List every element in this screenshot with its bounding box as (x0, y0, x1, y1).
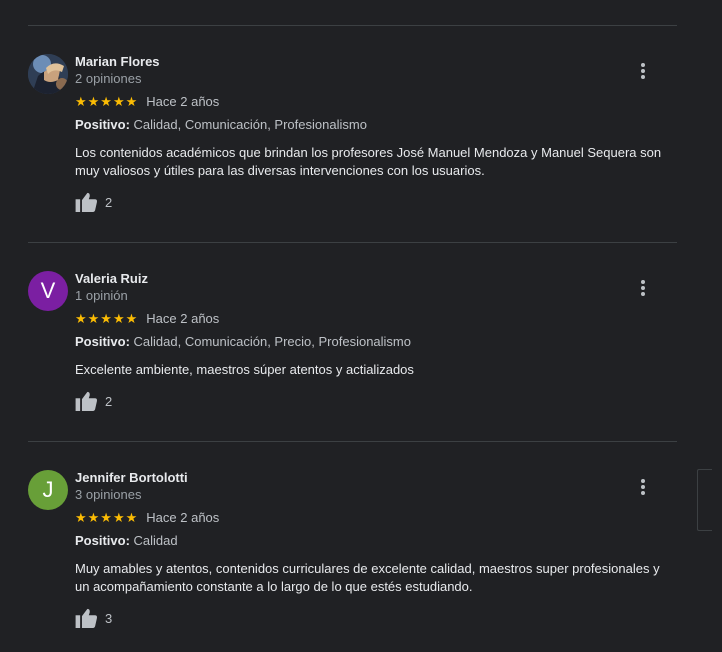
avatar-letter: V (40, 278, 56, 303)
positive-items: Calidad, Comunicación, Precio, Profesion… (133, 334, 411, 349)
review-card: V Valeria Ruiz 1 opinión ★★★★★ Hace 2 añ… (28, 271, 677, 421)
positive-items: Calidad (133, 533, 178, 548)
star-rating-icon: ★★★★★ (75, 510, 139, 525)
review-count: 1 opinión (75, 288, 128, 303)
thumb-up-icon (75, 192, 98, 212)
more-vert-icon[interactable] (639, 280, 647, 296)
divider (28, 242, 677, 243)
positive-label: Positivo: (75, 117, 130, 132)
review-body: Marian Flores 2 opiniones ★★★★★ Hace 2 a… (75, 54, 675, 213)
review-body: Valeria Ruiz 1 opinión ★★★★★ Hace 2 años… (75, 271, 675, 412)
thumb-up-icon (75, 608, 98, 628)
review-time: Hace 2 años (146, 311, 220, 326)
star-rating-icon: ★★★★★ (75, 311, 139, 326)
more-vert-icon[interactable] (639, 479, 647, 495)
review-count: 3 opiniones (75, 487, 142, 502)
rating-row: ★★★★★ Hace 2 años (75, 93, 675, 110)
like-button[interactable]: 3 (75, 607, 675, 629)
reviewer-name[interactable]: Valeria Ruiz (75, 270, 675, 287)
positive-label: Positivo: (75, 533, 130, 548)
like-count: 2 (105, 194, 113, 210)
avatar[interactable] (28, 54, 68, 94)
review-text: Excelente ambiente, maestros súper atent… (75, 362, 414, 377)
like-count: 3 (105, 610, 113, 626)
reviewer-name[interactable]: Jennifer Bortolotti (75, 469, 675, 486)
avatar-letter: J (42, 477, 54, 502)
divider (28, 25, 677, 26)
scrollbar[interactable] (697, 469, 712, 531)
positive-attributes: Positivo: Calidad (75, 532, 675, 549)
avatar[interactable]: V (28, 271, 68, 311)
more-vert-icon[interactable] (639, 63, 647, 79)
review-count: 2 opiniones (75, 71, 142, 86)
thumb-up-icon (75, 391, 98, 411)
review-text: Los contenidos académicos que brindan lo… (75, 145, 662, 178)
avatar-photo-icon (28, 54, 68, 94)
review-text: Muy amables y atentos, contenidos curric… (75, 561, 660, 594)
review-time: Hace 2 años (146, 94, 220, 109)
positive-items: Calidad, Comunicación, Profesionalismo (133, 117, 367, 132)
review-body: Jennifer Bortolotti 3 opiniones ★★★★★ Ha… (75, 470, 675, 629)
reviewer-name[interactable]: Marian Flores (75, 53, 675, 70)
like-button[interactable]: 2 (75, 191, 675, 213)
star-rating-icon: ★★★★★ (75, 94, 139, 109)
divider (28, 441, 677, 442)
like-count: 2 (105, 393, 113, 409)
review-card: J Jennifer Bortolotti 3 opiniones ★★★★★ … (28, 470, 677, 640)
review-time: Hace 2 años (146, 510, 220, 525)
rating-row: ★★★★★ Hace 2 años (75, 509, 675, 526)
avatar[interactable]: J (28, 470, 68, 510)
review-card: Marian Flores 2 opiniones ★★★★★ Hace 2 a… (28, 54, 677, 224)
positive-label: Positivo: (75, 334, 130, 349)
positive-attributes: Positivo: Calidad, Comunicación, Profesi… (75, 116, 675, 133)
reviews-panel: Marian Flores 2 opiniones ★★★★★ Hace 2 a… (0, 0, 722, 652)
like-button[interactable]: 2 (75, 390, 675, 412)
positive-attributes: Positivo: Calidad, Comunicación, Precio,… (75, 333, 675, 350)
rating-row: ★★★★★ Hace 2 años (75, 310, 675, 327)
